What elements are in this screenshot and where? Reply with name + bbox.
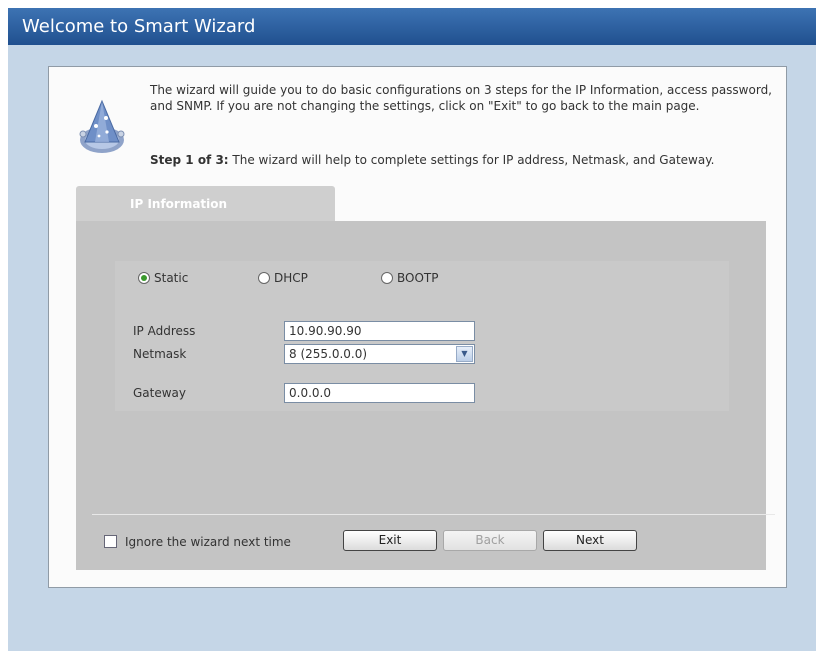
- radio-bootp[interactable]: BOOTP: [381, 271, 438, 285]
- radio-static-indicator[interactable]: [138, 272, 150, 284]
- netmask-value: 8 (255.0.0.0): [289, 347, 368, 361]
- ignore-wizard-label: Ignore the wizard next time: [125, 535, 291, 549]
- netmask-select[interactable]: 8 (255.0.0.0) ▼: [284, 344, 475, 364]
- back-button[interactable]: Back: [443, 530, 537, 551]
- chevron-down-icon[interactable]: ▼: [456, 346, 473, 362]
- radio-static-label: Static: [154, 271, 189, 285]
- gateway-label: Gateway: [133, 386, 187, 400]
- intro-text: The wizard will guide you to do basic co…: [150, 83, 772, 113]
- radio-static[interactable]: Static: [138, 271, 188, 285]
- wizard-hat-icon: [77, 98, 127, 156]
- window-title: Welcome to Smart Wizard: [8, 8, 816, 45]
- exit-button[interactable]: Exit: [343, 530, 437, 551]
- radio-bootp-label: BOOTP: [397, 271, 439, 285]
- step-description: The wizard will help to complete setting…: [228, 153, 715, 167]
- step-label: Step 1 of 3:: [150, 153, 229, 167]
- step-text: Step 1 of 3: The wizard will help to com…: [150, 152, 778, 168]
- radio-dhcp[interactable]: DHCP: [258, 271, 308, 285]
- tab-ip-information[interactable]: IP Information: [76, 186, 335, 222]
- ip-address-field[interactable]: 10.90.90.90: [284, 321, 475, 341]
- radio-dhcp-indicator[interactable]: [258, 272, 270, 284]
- next-button[interactable]: Next: [543, 530, 637, 551]
- radio-bootp-indicator[interactable]: [381, 272, 393, 284]
- netmask-label: Netmask: [133, 347, 187, 361]
- radio-dhcp-label: DHCP: [274, 271, 308, 285]
- ignore-wizard-checkbox[interactable]: [104, 535, 117, 548]
- gateway-field[interactable]: 0.0.0.0: [284, 383, 475, 403]
- tab-label: IP Information: [130, 197, 228, 211]
- ip-address-label: IP Address: [133, 324, 196, 338]
- footer-divider: [92, 514, 775, 515]
